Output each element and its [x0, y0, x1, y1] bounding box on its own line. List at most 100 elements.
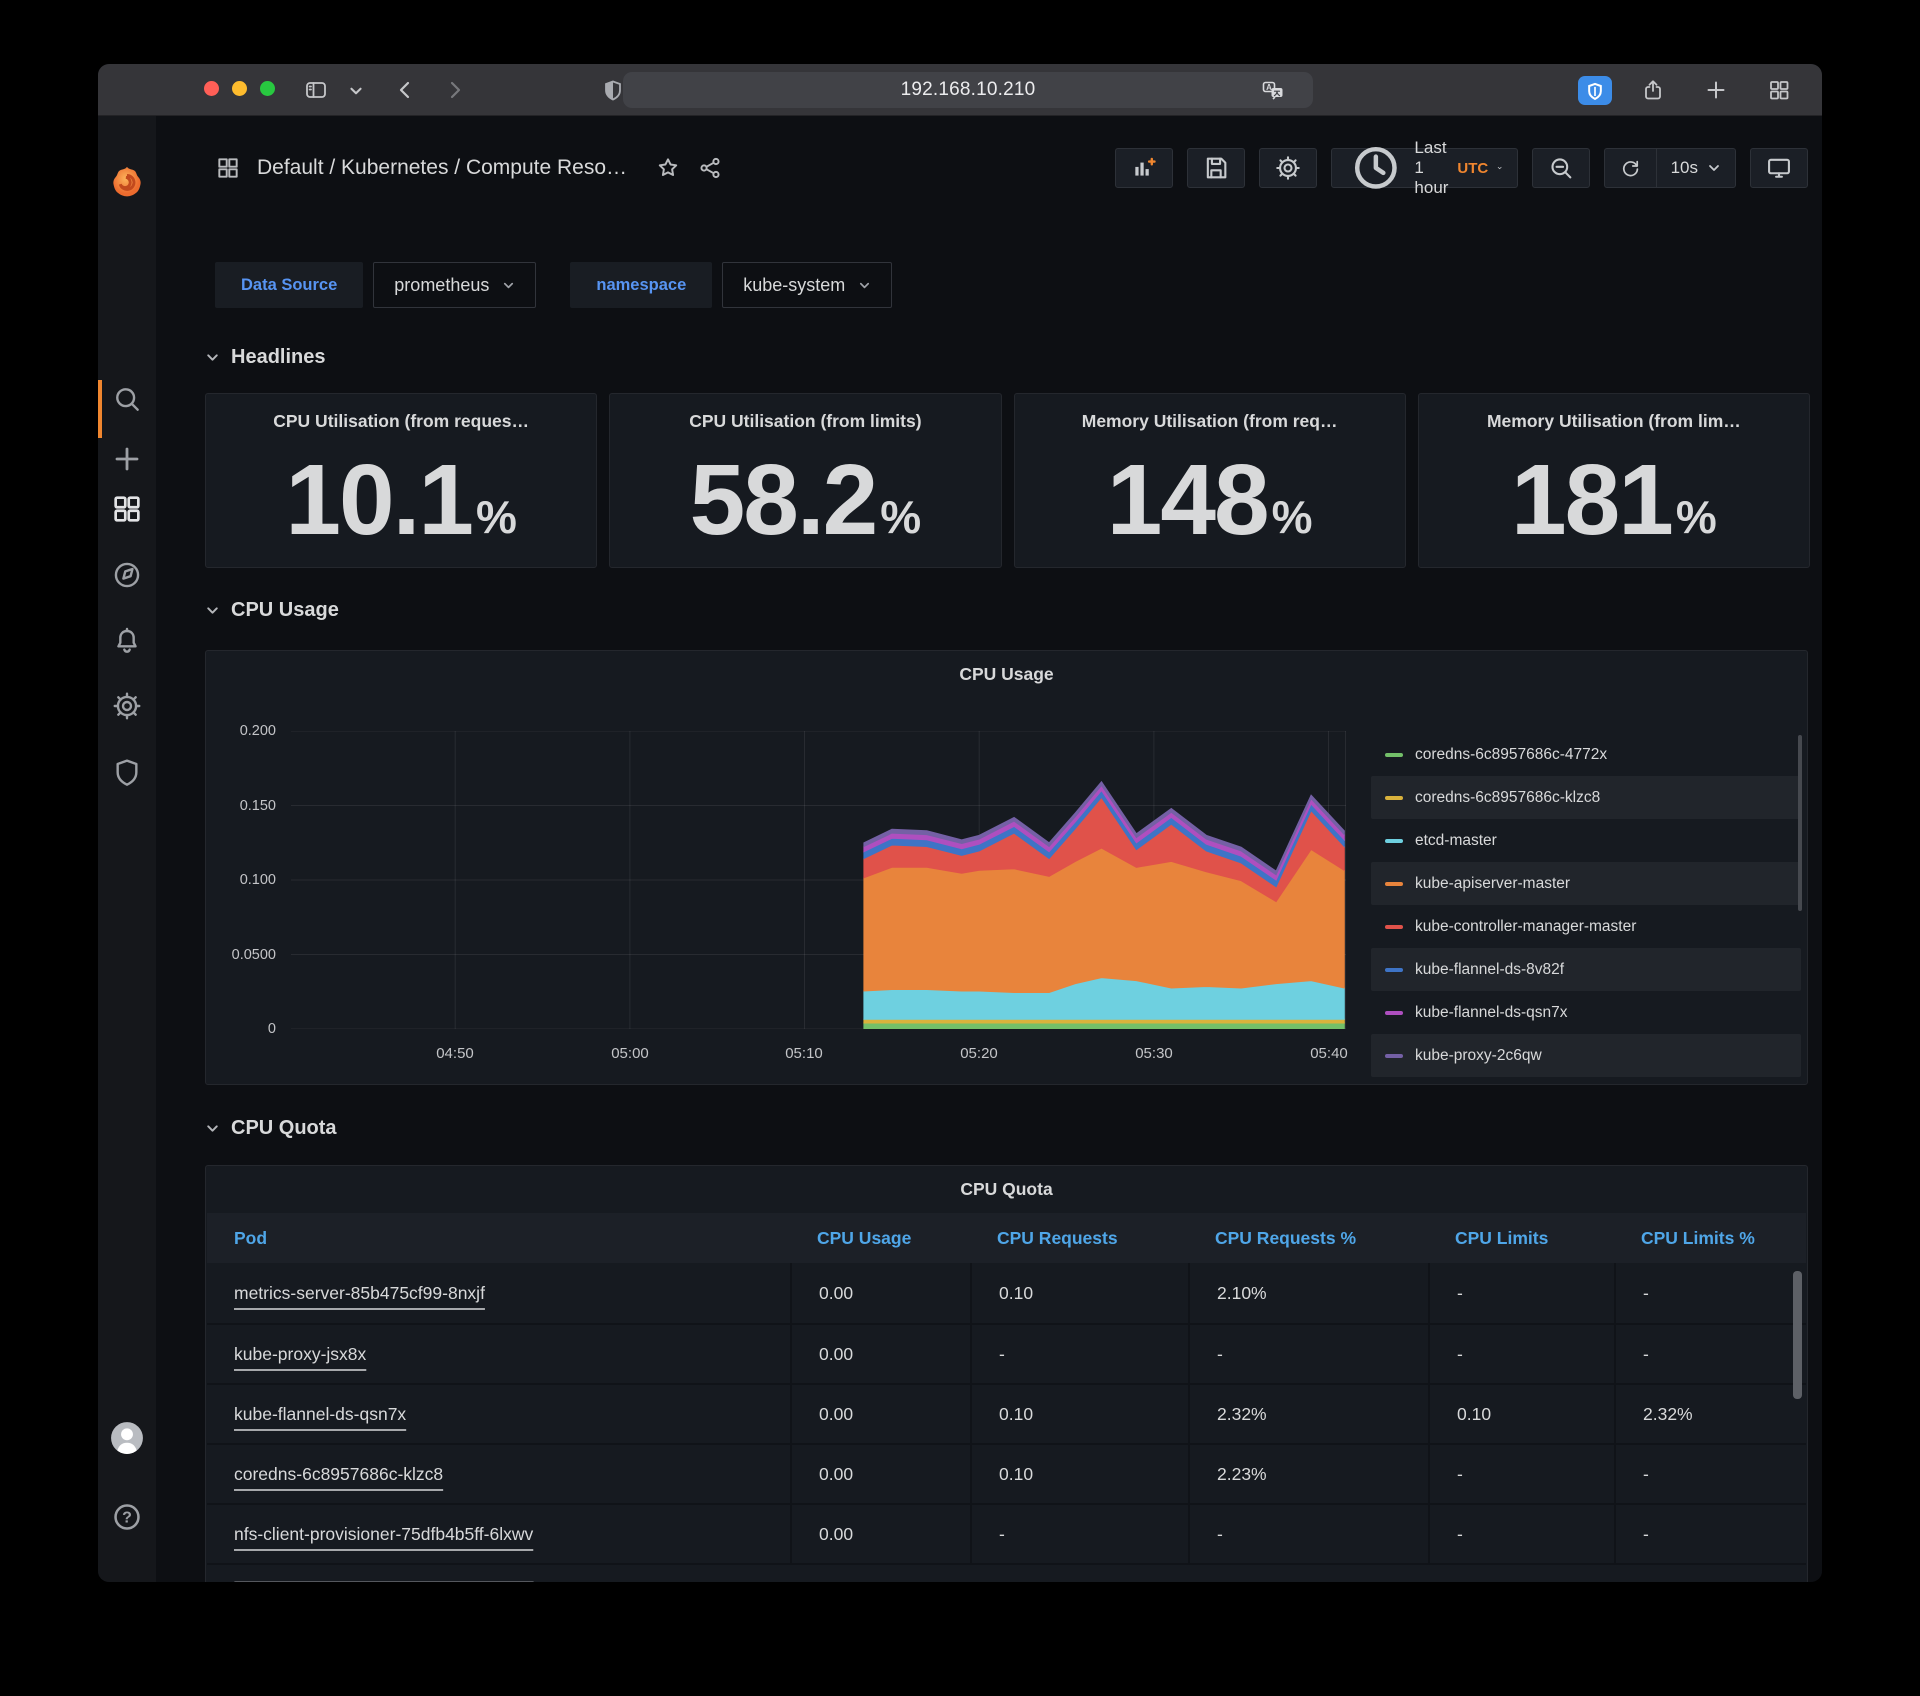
grafana-logo-icon[interactable]	[109, 164, 145, 200]
translate-icon[interactable]: A	[1261, 78, 1285, 102]
privacy-shield-icon[interactable]	[601, 78, 625, 102]
dashboard-variables: Data Source prometheus namespace kube-sy…	[215, 262, 893, 308]
help-icon[interactable]: ?	[111, 1501, 143, 1533]
legend-item[interactable]: kube-flannel-ds-qsn7x	[1371, 991, 1801, 1034]
datasource-value: prometheus	[394, 274, 490, 295]
cpu-usage-plot[interactable]	[291, 731, 1346, 1029]
dashboards-grid-icon[interactable]	[111, 493, 143, 525]
x-axis-tick: 05:00	[611, 1045, 649, 1062]
stat-value: 148	[1106, 443, 1270, 556]
settings-gear-icon[interactable]	[111, 690, 143, 722]
cell-cpu-requests-pct: 2.10%	[1188, 1263, 1428, 1323]
cycle-view-button[interactable]	[1750, 148, 1808, 188]
cell-cpu-requests: -	[970, 1505, 1188, 1563]
add-panel-button[interactable]	[1114, 148, 1173, 188]
alerting-bell-icon[interactable]	[111, 625, 143, 657]
new-tab-plus-icon[interactable]	[1704, 78, 1728, 102]
zoom-window-button[interactable]	[260, 81, 275, 96]
legend-item[interactable]: etcd-master	[1371, 819, 1801, 862]
section-title: CPU Usage	[231, 598, 339, 621]
share-icon[interactable]	[1641, 78, 1665, 102]
dashboard-title[interactable]: Default / Kubernetes / Compute Reso…	[257, 156, 627, 180]
y-axis-tick: 0.150	[239, 797, 276, 814]
legend-item[interactable]: kube-apiserver-master	[1371, 862, 1801, 905]
zoom-out-button[interactable]	[1531, 148, 1590, 188]
column-header-cpu-requests-pct[interactable]: CPU Requests %	[1188, 1228, 1428, 1249]
variable-select-datasource[interactable]: prometheus	[373, 262, 537, 308]
section-cpu-quota[interactable]: CPU Quota	[205, 1110, 337, 1146]
avatar[interactable]	[110, 1421, 144, 1455]
legend-swatch	[1385, 881, 1403, 886]
share-alt-icon[interactable]	[697, 155, 723, 181]
pod-link[interactable]: coredns-6c8957686c-klzc8	[234, 1464, 443, 1485]
variable-select-namespace[interactable]: kube-system	[722, 262, 893, 308]
legend-item[interactable]: kube-controller-manager-master	[1371, 905, 1801, 948]
back-icon[interactable]	[393, 78, 417, 102]
table-row: nfs-client-provisioner-75dfb4b5ff-6lxwv …	[207, 1503, 1806, 1563]
bitwarden-extension-icon[interactable]	[1578, 76, 1612, 105]
admin-shield-icon[interactable]	[111, 756, 143, 788]
stat-title[interactable]: CPU Utilisation (from reques…	[206, 411, 596, 432]
panel-title[interactable]: CPU Usage	[206, 664, 1807, 685]
refresh-interval-button[interactable]: 10s	[1655, 148, 1736, 188]
chevron-down-icon[interactable]	[348, 83, 364, 99]
pod-link[interactable]: metrics-server-85b475cf99-8nxjf	[234, 1283, 485, 1304]
time-range-label: Last 1 hour	[1414, 138, 1449, 197]
cell-cpu-limits: -	[1428, 1325, 1614, 1383]
create-plus-icon[interactable]	[111, 443, 143, 475]
x-axis-tick: 04:50	[436, 1045, 474, 1062]
column-header-cpu-limits[interactable]: CPU Limits	[1428, 1228, 1614, 1249]
column-header-cpu-usage[interactable]: CPU Usage	[790, 1228, 970, 1249]
save-dashboard-button[interactable]	[1186, 148, 1245, 188]
star-icon[interactable]	[655, 155, 681, 181]
pod-link[interactable]: kube-flannel-ds-qsn7x	[234, 1404, 406, 1425]
time-picker-button[interactable]: Last 1 hour UTC	[1330, 138, 1518, 197]
section-chevron-icon	[207, 1124, 218, 1132]
address-bar[interactable]: 192.168.10.210 A	[623, 72, 1313, 108]
dashboard-settings-button[interactable]	[1258, 148, 1317, 188]
timezone-label: UTC	[1457, 159, 1489, 177]
cell-cpu-requests: 0.10	[970, 1385, 1188, 1443]
column-header-cpu-limits-pct[interactable]: CPU Limits %	[1614, 1228, 1806, 1249]
chart-legend: coredns-6c8957686c-4772x coredns-6c89576…	[1371, 733, 1801, 1077]
x-axis-tick: 05:20	[960, 1045, 998, 1062]
grafana-app: ? Default / Kubernetes / Compute Reso… L…	[98, 116, 1822, 1582]
legend-item[interactable]: coredns-6c8957686c-klzc8	[1371, 776, 1801, 819]
tab-overview-grid-icon[interactable]	[1767, 78, 1791, 102]
explore-compass-icon[interactable]	[111, 559, 143, 591]
legend-item[interactable]: coredns-6c8957686c-4772x	[1371, 733, 1801, 776]
stat-panel-cpu-requests: CPU Utilisation (from reques… 10.1%	[205, 393, 598, 568]
clipped-row-hint	[234, 1581, 534, 1582]
sidebar-toggle-icon[interactable]	[304, 78, 328, 102]
legend-scrollbar[interactable]	[1798, 735, 1802, 911]
apps-grid-icon[interactable]	[215, 155, 241, 181]
panel-title[interactable]: CPU Quota	[206, 1179, 1807, 1200]
legend-item[interactable]: kube-flannel-ds-8v82f	[1371, 948, 1801, 991]
stat-title[interactable]: Memory Utilisation (from lim…	[1419, 411, 1809, 432]
pod-link[interactable]: nfs-client-provisioner-75dfb4b5ff-6lxwv	[234, 1524, 533, 1545]
section-headlines[interactable]: Headlines	[205, 339, 325, 375]
legend-item[interactable]: kube-proxy-2c6qw	[1371, 1034, 1801, 1077]
close-window-button[interactable]	[204, 81, 219, 96]
legend-swatch	[1385, 752, 1403, 757]
table-scrollbar[interactable]	[1793, 1271, 1802, 1399]
stat-unit: %	[1271, 490, 1313, 543]
cell-cpu-limits: -	[1428, 1505, 1614, 1563]
forward-icon[interactable]	[443, 78, 467, 102]
chevron-down-icon	[1498, 166, 1502, 170]
column-header-cpu-requests[interactable]: CPU Requests	[970, 1228, 1188, 1249]
section-chevron-icon	[207, 606, 218, 614]
cell-cpu-usage: 0.00	[790, 1445, 970, 1503]
refresh-button[interactable]	[1603, 148, 1656, 188]
stat-value: 10.1	[285, 443, 474, 556]
minimize-window-button[interactable]	[232, 81, 247, 96]
pod-link[interactable]: kube-proxy-jsx8x	[234, 1344, 366, 1365]
stat-title[interactable]: CPU Utilisation (from limits)	[610, 411, 1000, 432]
stat-title[interactable]: Memory Utilisation (from req…	[1015, 411, 1405, 432]
cell-cpu-usage: 0.00	[790, 1505, 970, 1563]
legend-swatch	[1385, 924, 1403, 929]
browser-titlebar: 192.168.10.210 A	[98, 64, 1822, 116]
section-cpu-usage[interactable]: CPU Usage	[205, 592, 339, 628]
search-icon[interactable]	[111, 383, 143, 415]
column-header-pod[interactable]: Pod	[207, 1228, 790, 1249]
